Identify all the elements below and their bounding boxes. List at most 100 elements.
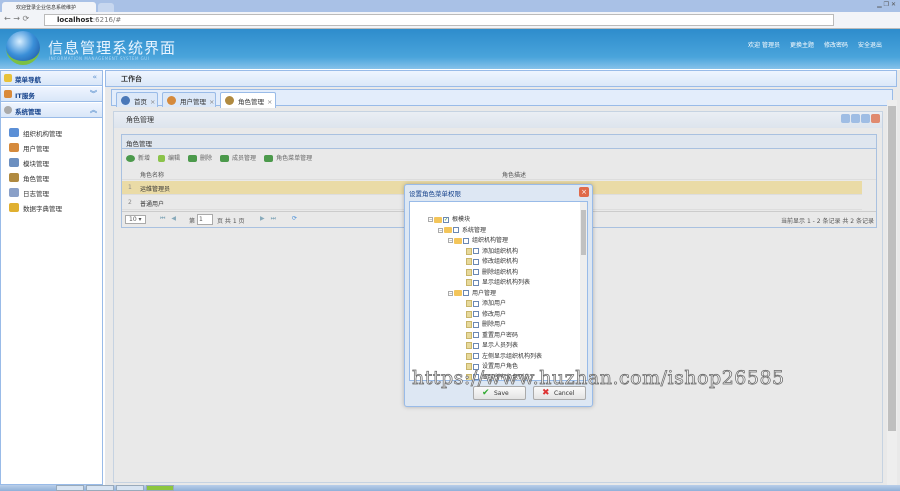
sidebar-header-menu-nav[interactable]: 菜单导航 « [1, 71, 102, 86]
change-password-link[interactable]: 修改密码 [824, 40, 848, 49]
window-controls[interactable]: ▁ ❐ ✕ [877, 1, 896, 8]
checkbox[interactable] [473, 342, 479, 349]
close-icon[interactable]: × [579, 187, 589, 197]
url-input[interactable]: localhost:6216/# [44, 14, 834, 26]
sidebar-item[interactable]: 模块管理 [9, 158, 49, 170]
collapse-toggle-icon[interactable]: − [448, 238, 453, 243]
tree-node[interactable]: − 组织机构管理 [448, 235, 508, 245]
tree-node[interactable]: 修改组织机构 [458, 256, 518, 266]
app-title: 信息管理系统界面 [48, 39, 177, 57]
minimize-icon[interactable] [851, 114, 860, 123]
expand-icon[interactable]: ︾ [90, 89, 97, 99]
close-icon[interactable] [871, 114, 880, 123]
close-icon[interactable]: × [150, 98, 155, 106]
page-scrollbar[interactable] [887, 100, 897, 485]
taskbar-app[interactable] [146, 485, 174, 491]
role-menu-button[interactable]: 角色菜单管理 [264, 153, 312, 166]
taskbar-app[interactable] [116, 485, 144, 491]
address-bar-area: ← → ⟳ localhost:6216/# [0, 12, 900, 29]
tree-node[interactable]: 添加用户 [458, 298, 506, 308]
close-icon[interactable]: × [209, 98, 214, 106]
sidebar-item[interactable]: 日志管理 [9, 188, 49, 200]
checkbox[interactable] [473, 300, 479, 307]
sidebar-item-label: 角色管理 [23, 175, 49, 183]
file-icon [466, 300, 472, 307]
tree-node[interactable]: 删除组织机构 [458, 267, 518, 277]
checkbox[interactable] [473, 321, 479, 328]
role-name: 运维管理员 [140, 186, 171, 193]
first-prev-buttons[interactable]: ⏮◀ [160, 215, 182, 223]
tree-node[interactable]: − 用户管理 [448, 288, 496, 298]
collapse-icon[interactable] [841, 114, 850, 123]
sidebar-section-it-service[interactable]: IT服务 ︾ [1, 87, 102, 102]
file-icon [466, 310, 472, 318]
checkbox[interactable] [473, 311, 479, 317]
maximize-icon[interactable] [861, 114, 870, 123]
checkbox[interactable] [473, 279, 479, 286]
checkbox[interactable] [473, 269, 479, 275]
tree-node[interactable]: − 系统管理 [438, 225, 486, 235]
tree-node[interactable]: − ✓ 根模块 [428, 214, 470, 224]
tree-node[interactable]: 修改用户 [458, 309, 506, 319]
column-header-desc[interactable]: 角色描述 [502, 170, 526, 179]
checkbox[interactable] [473, 332, 479, 338]
tab-role-management[interactable]: 角色管理 × [220, 92, 276, 108]
sidebar-item-icon [9, 143, 19, 152]
edit-button[interactable]: 编辑 [158, 153, 180, 166]
sidebar-item[interactable]: 数据字典管理 [9, 203, 62, 215]
minus-icon [220, 155, 230, 162]
tab-user-management[interactable]: 用户管理 × [162, 92, 216, 107]
nav-buttons[interactable]: ← → ⟳ [4, 14, 29, 23]
change-theme-link[interactable]: 更换主题 [790, 40, 814, 49]
tree-node[interactable]: 删除用户 [458, 319, 506, 329]
add-button[interactable]: 新增 [126, 153, 150, 166]
new-tab-button[interactable] [98, 3, 114, 12]
collapse-toggle-icon[interactable]: − [448, 290, 453, 296]
checkbox[interactable]: ✓ [443, 216, 449, 223]
page-size-select[interactable]: 10 ▾ [125, 215, 146, 224]
file-icon [466, 352, 472, 360]
collapse-toggle-icon[interactable]: − [428, 217, 433, 222]
collapse-icon[interactable]: « [92, 73, 97, 81]
tree-node-label: 显示组织机构列表 [482, 279, 531, 286]
checkbox[interactable] [463, 290, 469, 296]
taskbar-app[interactable] [86, 485, 114, 491]
close-icon[interactable]: × [267, 98, 272, 106]
sidebar-item[interactable]: 角色管理 [9, 173, 49, 185]
sidebar-item-icon [9, 173, 19, 182]
checkbox[interactable] [453, 227, 459, 233]
sidebar-item[interactable]: 用户管理 [9, 143, 49, 155]
tab-title: 欢迎登录企业信息系统维护 [16, 5, 77, 11]
checkbox[interactable] [463, 237, 469, 244]
members-button[interactable]: 成员管理 [220, 153, 256, 166]
collapse-toggle-icon[interactable]: − [438, 227, 443, 233]
column-header-name[interactable]: 角色名称 [140, 170, 164, 179]
taskbar-app[interactable] [56, 485, 84, 491]
delete-button[interactable]: 删除 [188, 153, 212, 166]
user-icon [167, 96, 176, 105]
tree-node[interactable]: 显示人员列表 [458, 340, 518, 350]
tree-node[interactable]: 显示组织机构列表 [458, 277, 530, 287]
page-input[interactable]: 1 [197, 214, 213, 225]
collapse-icon[interactable]: ︽ [90, 105, 97, 115]
tree-node[interactable]: 重置用户密码 [458, 330, 518, 340]
tree-node[interactable]: 添加组织机构 [458, 246, 518, 256]
tree-scrollbar[interactable] [580, 202, 587, 380]
next-last-buttons[interactable]: ▶⏭ [260, 215, 282, 223]
tree-node-label: 左侧显示组织机构列表 [482, 352, 543, 360]
button-label: 删除 [200, 155, 213, 162]
sidebar-item-label: 组织机构管理 [23, 130, 62, 138]
checkbox[interactable] [473, 353, 479, 359]
tab-home[interactable]: 首页 × [116, 92, 158, 107]
refresh-icon[interactable]: ⟳ [292, 215, 297, 222]
tree-node[interactable]: 左侧显示组织机构列表 [458, 351, 542, 361]
role-icon [225, 96, 234, 105]
logout-link[interactable]: 安全退出 [858, 40, 882, 49]
sidebar-section-system[interactable]: 系统管理 ︽ [1, 103, 102, 118]
sidebar-item[interactable]: 组织机构管理 [9, 128, 62, 140]
button-label: Save [494, 390, 509, 397]
checkbox[interactable] [473, 258, 479, 265]
globe-logo-icon [6, 31, 40, 65]
record-summary: 当前显示 1 - 2 条记录 共 2 条记录 [781, 218, 874, 225]
checkbox[interactable] [473, 248, 479, 254]
